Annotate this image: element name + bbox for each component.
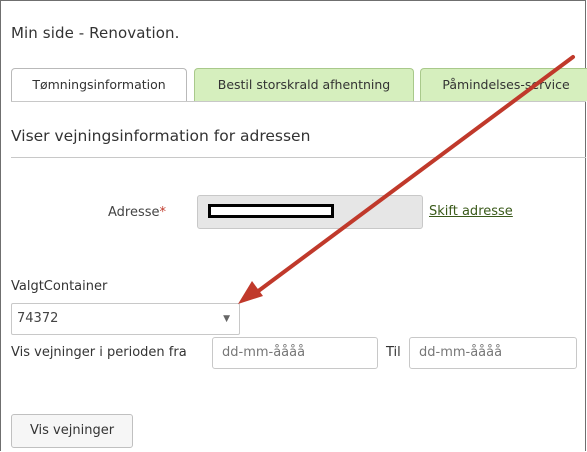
change-address-link[interactable]: Skift adresse xyxy=(429,204,513,219)
required-mark: * xyxy=(159,205,167,220)
tab-bestil-storskrald[interactable]: Bestil storskrald afhentning xyxy=(194,68,414,101)
address-label: Adresse* xyxy=(108,205,166,220)
to-date-input[interactable]: dd-mm-åååå xyxy=(409,337,577,369)
address-field xyxy=(197,195,423,229)
container-selected-value: 74372 xyxy=(17,311,59,326)
chevron-down-icon: ▼ xyxy=(223,314,230,324)
tab-toemningsinformation[interactable]: Tømningsinformation xyxy=(11,68,187,102)
show-weighings-button[interactable]: Vis vejninger xyxy=(11,414,133,448)
page-title: Min side - Renovation. xyxy=(11,24,180,42)
from-date-input[interactable]: dd-mm-åååå xyxy=(212,337,378,369)
tab-paamindelses-service[interactable]: Påmindelses-service xyxy=(420,68,587,101)
redaction-box xyxy=(208,204,334,218)
section-divider xyxy=(11,157,586,158)
to-date-label: Til xyxy=(386,345,401,360)
address-label-text: Adresse xyxy=(108,205,160,220)
container-select[interactable]: 74372 ▼ xyxy=(11,303,240,335)
container-label: ValgtContainer xyxy=(11,279,108,294)
section-subtitle: Viser vejningsinformation for adressen xyxy=(11,127,311,145)
tab-divider xyxy=(11,101,586,102)
period-label: Vis vejninger i perioden fra xyxy=(11,345,187,360)
